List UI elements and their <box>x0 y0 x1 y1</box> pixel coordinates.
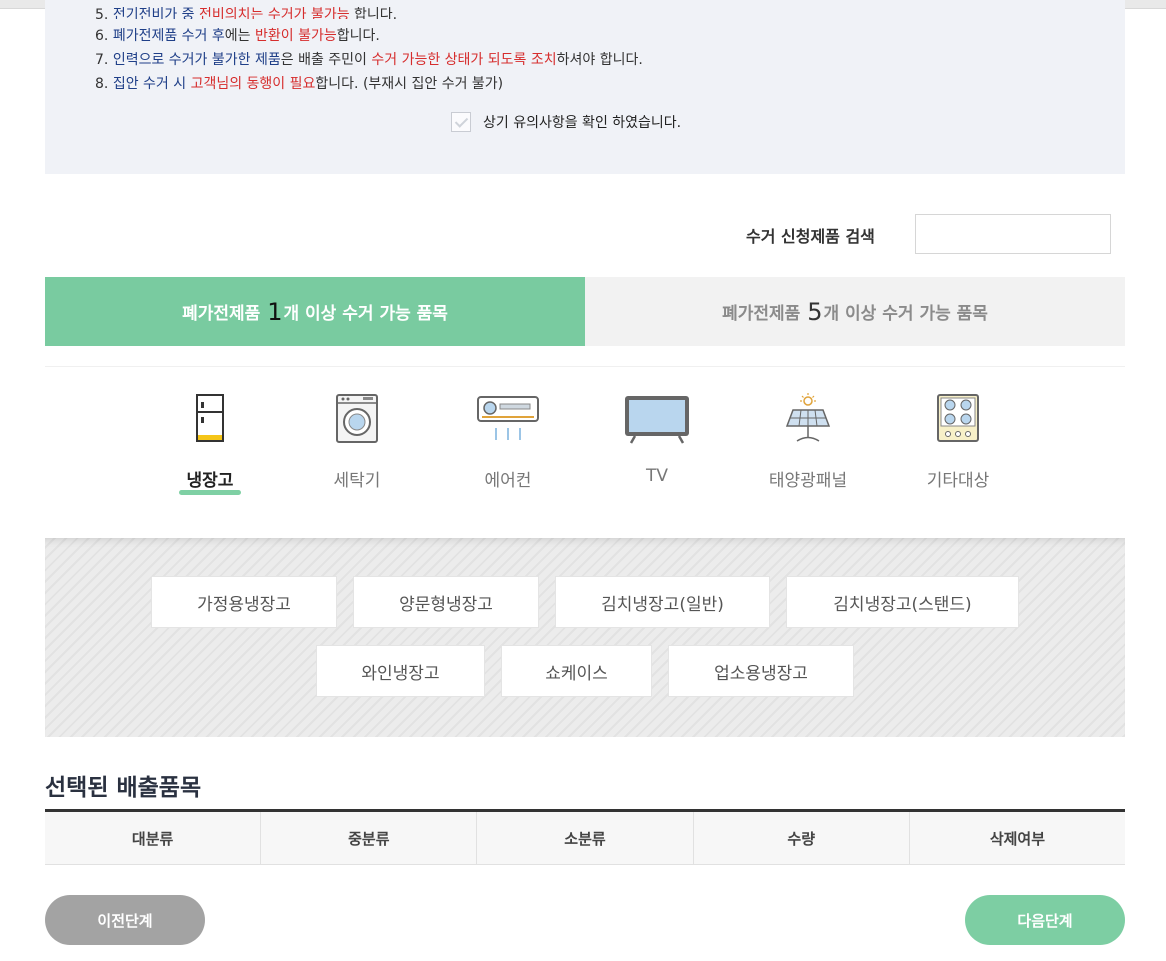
notice-highlight: 고객님의 동행이 필요 <box>190 76 316 92</box>
next-step-button[interactable]: 다음단계 <box>965 895 1125 945</box>
tab-count: 5 <box>807 297 823 326</box>
notice-text: 폐가전제품 수거 후 <box>112 28 225 44</box>
category-label: TV <box>645 466 668 486</box>
tab-label-prefix: 폐가전제품 <box>722 304 801 324</box>
category-label: 세탁기 <box>333 471 381 491</box>
notice-text: 에는 <box>224 28 255 44</box>
scrollbar-track[interactable] <box>1140 9 1166 961</box>
column-header: 수량 <box>694 812 910 864</box>
option-home-refrigerator[interactable]: 가정용냉장고 <box>151 576 337 628</box>
notice-line-8: 8. 집안 수거 시 고객님의 동행이 필요합니다. (부재시 집안 수거 불가… <box>95 73 503 93</box>
column-header: 대분류 <box>45 812 262 864</box>
notice-text: 하셔야 합니다. <box>556 52 643 68</box>
notice-text: 합니다. (부재시 집안 수거 불가) <box>315 76 504 92</box>
selected-items-title: 선택된 배출품목 <box>45 775 202 801</box>
category-solar-panel[interactable]: 태양광패널 <box>738 392 878 491</box>
notice-highlight: 반환이 불가능 <box>254 28 337 44</box>
option-commercial-refrigerator[interactable]: 업소용냉장고 <box>668 645 854 697</box>
notice-text: 집안 수거 시 <box>112 76 191 92</box>
notice-text: 은 배출 주민이 <box>280 52 372 68</box>
notice-text: 인력으로 수거가 불가한 제품 <box>112 52 281 68</box>
column-header: 중분류 <box>261 812 478 864</box>
tab-label-suffix: 개 이상 수거 가능 품목 <box>823 304 988 324</box>
search-input[interactable] <box>915 214 1111 254</box>
agree-checkbox[interactable] <box>451 112 471 132</box>
option-showcase[interactable]: 쇼케이스 <box>501 645 652 697</box>
tab-5-or-more[interactable]: 폐가전제품 5개 이상 수거 가능 품목 <box>585 277 1125 346</box>
column-header: 소분류 <box>477 812 694 864</box>
category-tv[interactable]: TV <box>587 392 727 486</box>
agree-row[interactable]: 상기 유의사항을 확인 하였습니다. <box>451 112 681 132</box>
divider <box>45 366 1125 367</box>
notice-text: 합니다. <box>336 28 380 44</box>
notice-highlight: 전비의치는 수거가 불가능 <box>199 7 350 19</box>
air-conditioner-icon <box>438 392 578 452</box>
notice-num: 7. <box>95 52 109 68</box>
option-wine-refrigerator[interactable]: 와인냉장고 <box>316 645 485 697</box>
tab-label-suffix: 개 이상 수거 가능 품목 <box>283 304 448 324</box>
search-label: 수거 신청제품 검색 <box>746 227 875 246</box>
category-label: 에어컨 <box>484 471 532 491</box>
notice-line-5: 5. 전기전비가 중 전비의치는 수거가 불가능 합니다. <box>95 4 397 19</box>
tab-label-prefix: 폐가전제품 <box>182 304 261 324</box>
notice-text: 합니다. <box>349 7 398 19</box>
tv-icon <box>587 392 727 452</box>
category-air-conditioner[interactable]: 에어컨 <box>438 392 578 491</box>
notice-num: 8. <box>95 76 109 92</box>
washing-machine-icon <box>287 392 427 452</box>
notice-num: 5. <box>95 7 109 19</box>
selected-items-table: 대분류 중분류 소분류 수량 삭제여부 <box>45 809 1125 865</box>
notice-num: 6. <box>95 28 109 44</box>
notice-text: 전기전비가 중 <box>112 7 199 19</box>
category-refrigerator[interactable]: 냉장고 <box>140 392 280 495</box>
option-kimchi-refrigerator-stand[interactable]: 김치냉장고(스탠드) <box>786 576 1019 628</box>
tab-1-or-more[interactable]: 폐가전제품 1개 이상 수거 가능 품목 <box>45 277 585 346</box>
category-washing-machine[interactable]: 세탁기 <box>287 392 427 491</box>
option-kimchi-refrigerator-general[interactable]: 김치냉장고(일반) <box>555 576 770 628</box>
sub-category-area: 가정용냉장고 양문형냉장고 김치냉장고(일반) 김치냉장고(스탠드) 와인냉장고… <box>45 538 1125 737</box>
category-label: 냉장고 <box>178 466 242 495</box>
refrigerator-icon <box>140 392 280 452</box>
option-side-by-side-refrigerator[interactable]: 양문형냉장고 <box>353 576 539 628</box>
notice-highlight: 수거 가능한 상태가 되도록 조치 <box>371 52 557 68</box>
agree-label[interactable]: 상기 유의사항을 확인 하였습니다. <box>483 112 681 132</box>
column-header: 삭제여부 <box>989 829 1046 848</box>
category-label: 기타대상 <box>926 471 990 491</box>
prev-step-button[interactable]: 이전단계 <box>45 895 205 945</box>
notice-line-7: 7. 인력으로 수거가 불가한 제품은 배출 주민이 수거 가능한 상태가 되도… <box>95 49 643 69</box>
stove-icon <box>888 392 1028 452</box>
notice-line-6: 6. 폐가전제품 수거 후에는 반환이 불가능합니다. <box>95 25 380 45</box>
category-label: 태양광패널 <box>768 471 848 491</box>
tab-count: 1 <box>267 297 283 326</box>
category-others[interactable]: 기타대상 <box>888 392 1028 491</box>
solar-panel-icon <box>738 392 878 452</box>
notice-box: 5. 전기전비가 중 전비의치는 수거가 불가능 합니다. 6. 폐가전제품 수… <box>45 0 1125 174</box>
